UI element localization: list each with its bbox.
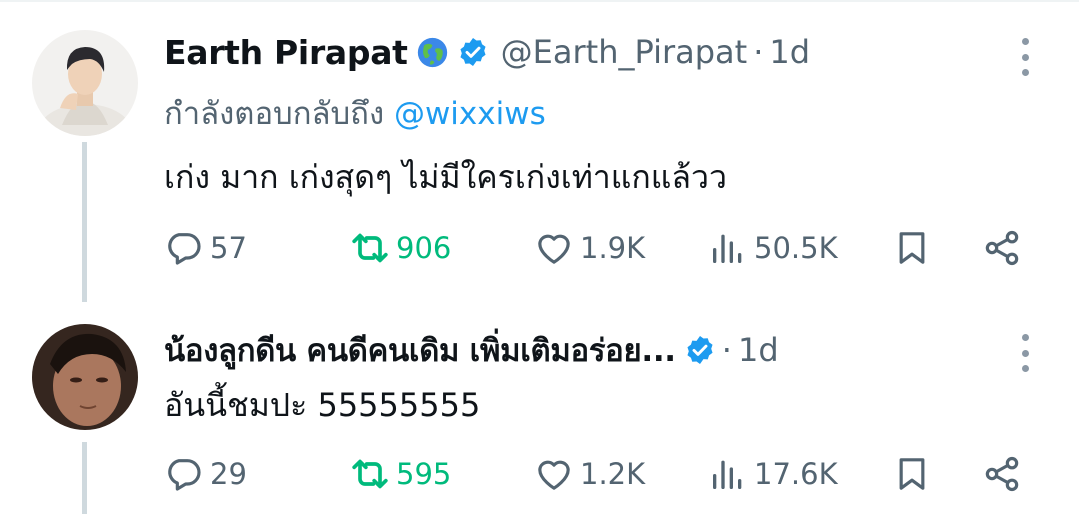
like-button[interactable]: 1.2K [534, 452, 645, 496]
share-icon [985, 456, 1019, 492]
verified-badge-icon [460, 38, 486, 66]
tweet-header: น้องลูกดีน คนดีคนเดิม เพิ่มเติมอร่อย... … [164, 328, 779, 372]
tweet[interactable]: Earth Pirapat @Earth_Pirapat · 1d กำลังต… [0, 0, 1079, 302]
display-name[interactable]: น้องลูกดีน คนดีคนเดิม เพิ่มเติมอร่อย... [164, 325, 676, 375]
heart-icon [538, 234, 570, 264]
replying-to: กำลังตอบกลับถึง @wixxiws [164, 88, 546, 138]
views-icon [713, 234, 742, 263]
share-button[interactable] [982, 452, 1022, 496]
bookmark-icon [899, 458, 925, 490]
retweet-button[interactable]: 595 [350, 452, 451, 496]
timestamp[interactable]: 1d [738, 331, 779, 369]
thread-line [82, 442, 87, 514]
views-icon [713, 460, 742, 489]
retweet-icon [352, 459, 388, 489]
replying-to-label: กำลังตอบกลับถึง [164, 96, 385, 132]
retweet-button[interactable]: 906 [350, 226, 451, 270]
handle[interactable]: @Earth_Pirapat [501, 33, 748, 71]
more-icon[interactable] [1015, 334, 1035, 372]
retweet-count: 595 [396, 457, 452, 491]
bookmark-icon [899, 232, 925, 264]
reply-button[interactable]: 57 [164, 226, 247, 270]
views-button[interactable]: 17.6K [708, 452, 838, 496]
like-count: 1.9K [580, 231, 646, 265]
tweet-text: อันนี้ชมปะ 55555555 [164, 386, 481, 424]
reply-button[interactable]: 29 [164, 452, 247, 496]
views-count: 50.5K [754, 231, 838, 265]
display-name[interactable]: Earth Pirapat [164, 33, 408, 72]
timestamp[interactable]: 1d [769, 33, 810, 71]
separator-dot: · [721, 331, 732, 369]
verified-badge-icon [687, 336, 713, 364]
bookmark-button[interactable] [892, 452, 932, 496]
tweet-text: เก่ง มาก เก่งสุดๆ ไม่มีใครเก่งเท่าแกแล้ว… [164, 158, 727, 196]
like-count: 1.2K [580, 457, 646, 491]
avatar[interactable] [32, 30, 138, 136]
retweet-icon [352, 233, 388, 263]
views-count: 17.6K [754, 457, 838, 491]
views-button[interactable]: 50.5K [708, 226, 838, 270]
reply-icon [168, 233, 201, 265]
retweet-count: 906 [396, 231, 452, 265]
reply-count: 57 [210, 231, 247, 265]
share-button[interactable] [982, 226, 1022, 270]
avatar[interactable] [32, 324, 138, 430]
replying-to-link[interactable]: @wixxiws [394, 96, 546, 132]
reply-count: 29 [210, 457, 247, 491]
separator-dot: · [753, 33, 764, 71]
more-icon[interactable] [1015, 38, 1035, 76]
bookmark-button[interactable] [892, 226, 932, 270]
tweet[interactable]: น้องลูกดีน คนดีคนเดิม เพิ่มเติมอร่อย... … [0, 300, 1079, 514]
action-bar: 57 906 1.9K 50.5K [164, 226, 1034, 270]
heart-icon [538, 460, 570, 490]
thread-line [82, 142, 87, 302]
reply-icon [168, 459, 201, 491]
globe-emoji-icon [417, 37, 447, 67]
share-icon [985, 230, 1019, 266]
like-button[interactable]: 1.9K [534, 226, 645, 270]
action-bar: 29 595 1.2K 17.6K [164, 452, 1034, 496]
tweet-header: Earth Pirapat @Earth_Pirapat · 1d [164, 30, 810, 74]
